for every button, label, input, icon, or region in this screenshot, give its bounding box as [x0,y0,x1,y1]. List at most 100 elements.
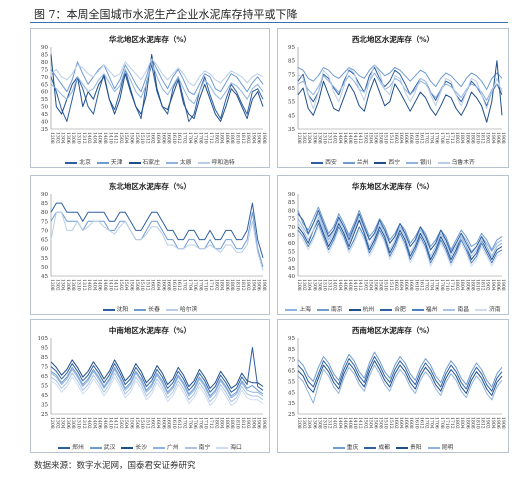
y-tick-label: 65 [288,233,295,239]
legend-label: 合肥 [394,307,406,313]
x-tick-label: 1908 [500,279,506,291]
legend-item: 银川 [406,157,432,166]
x-tick-label: 1712 [208,417,214,429]
x-tick-label: 1410 [107,417,113,429]
x-tick-label: 1508 [134,417,140,429]
chart-panel-northwest: 西北地区水泥库存（%） 35 45 55 65 75 85 95 1208 1302 1304 130… [277,28,509,168]
legend-label: 西安 [325,160,337,166]
legend-swatch [443,308,456,311]
legend-item: 兰州 [342,157,368,166]
x-tick-label: 1306 [65,132,71,144]
legend-swatch [153,446,165,449]
x-tick-label: 1604 [155,279,161,291]
x-tick-label: 1508 [134,279,140,291]
y-tick-label: 65 [288,86,295,92]
y-tick-label: 50 [41,265,48,271]
legend-swatch [348,308,361,311]
legend-item: 郑州 [58,442,84,451]
x-tick-label: 1806 [224,132,230,144]
x-tick-label: 1906 [256,417,262,429]
x-tick-label: 1502 [362,132,368,144]
y-tick-label: 80 [41,60,48,66]
x-tick-label: 1904 [250,132,256,144]
x-tick-label: 1506 [129,279,135,291]
legend-swatch [316,308,329,311]
y-tick-label: 90 [41,192,48,198]
legend-swatch [311,161,324,164]
x-tick-label: 1710 [203,417,209,429]
y-tick-label: 60 [41,247,48,253]
x-tick-label: 1906 [495,417,501,429]
x-tick-label: 1712 [208,132,214,144]
x-tick-label: 1608 [166,279,172,291]
x-tick-label: 1810 [475,417,481,429]
y-tick-label: 95 [288,336,295,342]
legend-item: 南宁 [184,442,211,451]
y-tick-label: 55 [288,249,295,255]
x-tick-label: 1602 [393,279,399,291]
legend-item: 广州 [153,442,179,451]
legend-item: 贵阳 [396,442,422,451]
x-tick-label: 1704 [187,279,193,291]
x-tick-label: 1710 [203,132,209,144]
y-tick-label: 105 [38,336,49,342]
x-tick-label: 1312 [81,417,87,429]
y-tick-label: 45 [288,390,295,396]
x-tick-label: 1604 [155,132,161,144]
x-tick-label: 1908 [261,279,267,291]
legend-label: 南京 [330,307,343,313]
x-tick-label: 1610 [413,132,419,144]
legend-item: 杭州 [348,304,374,313]
x-tick-label: 1806 [464,417,470,429]
x-tick-label: 1610 [171,132,177,144]
legend-label: 成都 [378,445,390,451]
x-tick-label: 1306 [311,279,317,291]
legend-label: 沈阳 [116,307,129,313]
x-tick-label: 1308 [316,132,322,144]
x-tick-label: 1806 [224,417,230,429]
x-tick-label: 1512 [388,279,394,291]
legend-label: 长沙 [135,445,147,451]
x-tick-label: 1404 [337,279,343,291]
x-tick-label: 1804 [219,132,225,144]
x-tick-label: 1902 [245,417,251,429]
x-tick-label: 1404 [91,279,97,291]
x-tick-label: 1308 [70,417,76,429]
legend-swatch [128,161,141,164]
legend-label: 海口 [230,445,242,451]
x-tick-label: 1602 [150,417,156,429]
x-tick-label: 1604 [155,417,161,429]
y-tick-label: 65 [41,374,48,380]
x-tick-label: 1906 [256,279,262,291]
x-tick-label: 1304 [60,279,66,291]
y-tick-label: 25 [288,412,295,418]
x-tick-label: 1610 [171,417,177,429]
legend-label: 西宁 [388,160,400,166]
chart-panel-north: 华北地区水泥库存（%） 35 40 45 50 55 60 65 70 75 80 85 90 1208 1… [30,28,270,168]
y-tick-label: 85 [288,347,295,353]
x-tick-label: 1906 [495,279,501,291]
x-tick-label: 1702 [182,279,188,291]
legend-item: 天津 [96,157,123,166]
x-tick-label: 1308 [316,279,322,291]
x-tick-label: 1802 [213,417,219,429]
chart-plot: 25354555657585951051208 1302 1304 1306 1308 1… [38,336,268,429]
y-tick-label: 55 [41,97,48,103]
x-tick-label: 1408 [102,279,108,291]
y-tick-label: 75 [288,72,295,78]
chart-plot: 45 50 55 60 65 70 75 80 85 90 1208 1302 1304 1306 1308… [41,192,267,291]
x-tick-label: 1510 [139,279,145,291]
x-tick-label: 1406 [342,279,348,291]
x-tick-label: 1806 [224,279,230,291]
x-tick-label: 1412 [113,279,119,291]
y-tick-label: 35 [288,401,295,407]
legend-label: 南宁 [198,445,211,451]
chart-plot: 354555657585951208 1302 1304 1306 1308 1310 13… [288,45,506,144]
y-tick-label: 85 [41,201,48,207]
legend-swatch [96,161,109,164]
x-tick-label: 1510 [139,417,145,429]
chart-plot: 3540 4550 5560 6570 7580 8590 1208 1302 1304 1306… [41,45,267,144]
y-tick-label: 75 [41,219,48,225]
x-tick-label: 1712 [449,279,455,291]
legend-item: 乌鲁木齐 [437,157,475,166]
